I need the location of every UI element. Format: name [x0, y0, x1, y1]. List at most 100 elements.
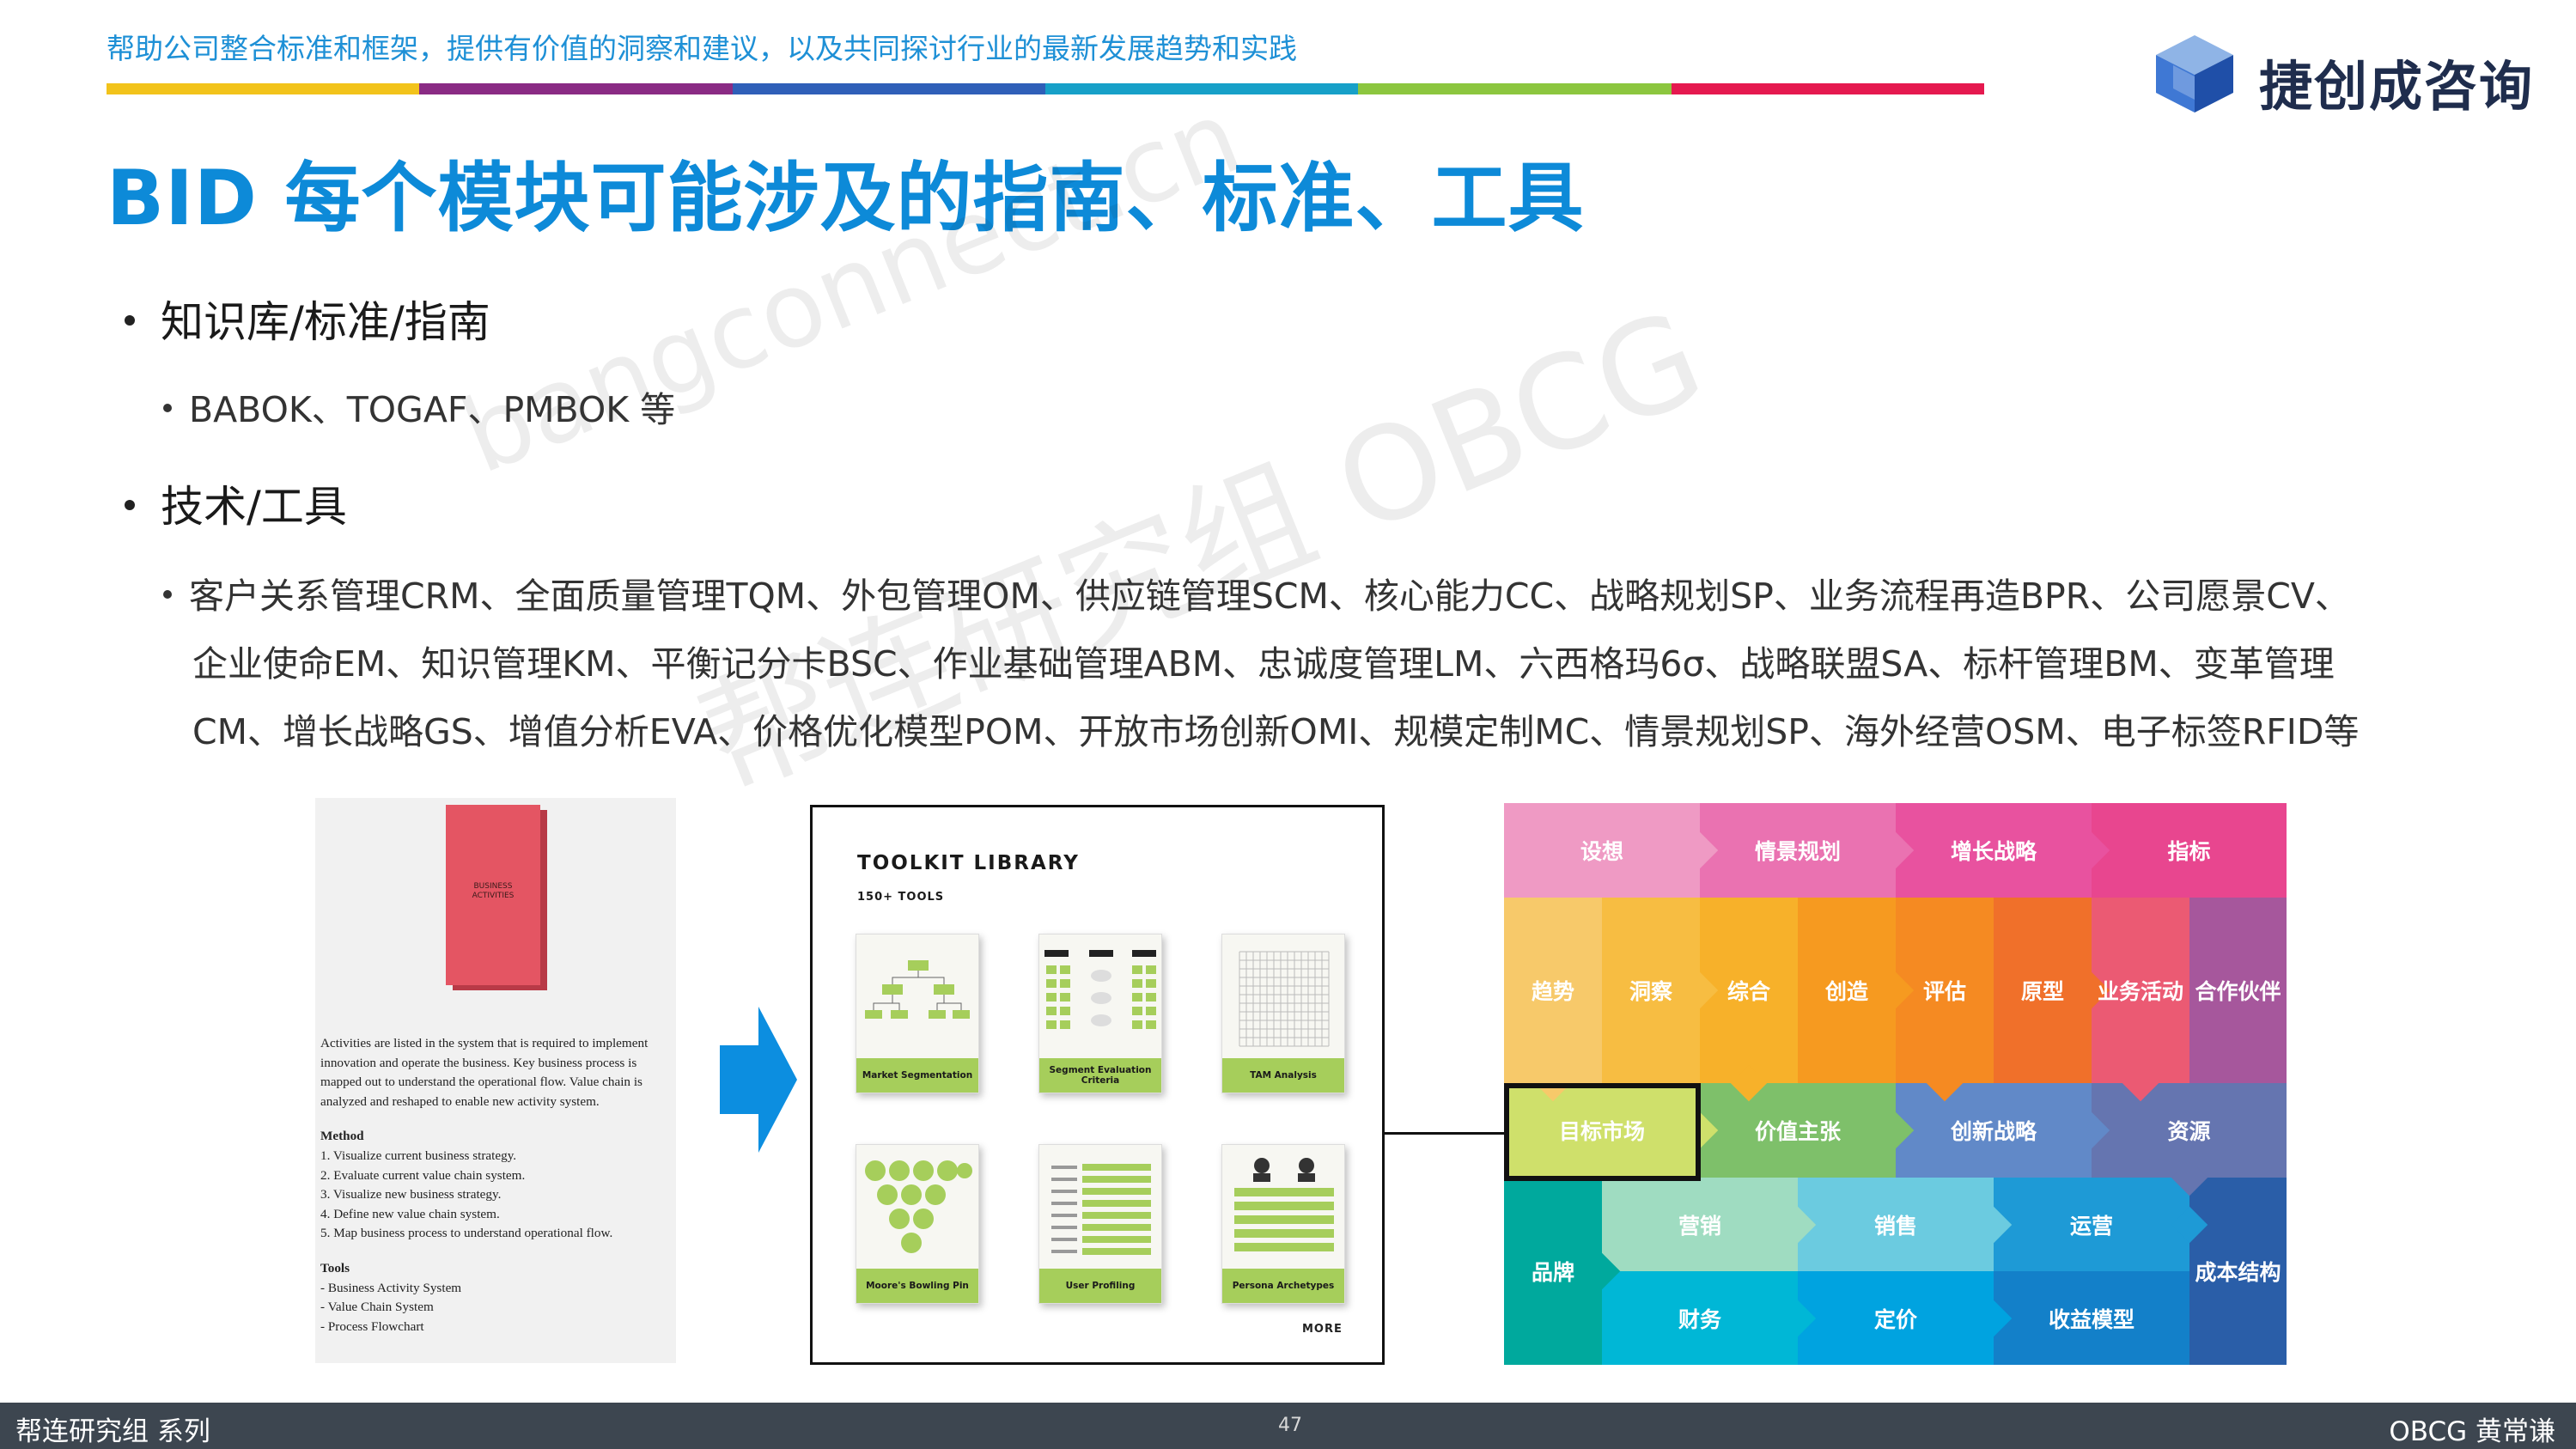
puzzle-label: 品牌 — [1531, 1260, 1574, 1285]
tool-card-caption: User Profiling — [1039, 1269, 1161, 1303]
puzzle-piece-create[interactable]: 创造 — [1798, 898, 1896, 1083]
puzzle-label: 设想 — [1580, 839, 1623, 864]
puzzle-label: 综合 — [1726, 979, 1770, 1004]
connector-line — [1385, 1132, 1505, 1135]
tools-line-text: 客户关系管理CRM、全面质量管理TQM、外包管理OM、供应链管理SCM、核心能力… — [189, 575, 2350, 617]
puzzle-label: 创造 — [1824, 979, 1868, 1004]
puzzle-piece-partners[interactable]: 合作伙伴 — [2189, 898, 2287, 1083]
cube-logo-icon — [2156, 35, 2233, 113]
tool-card-bowling-pin[interactable]: Moore's Bowling Pin — [856, 1144, 979, 1304]
tool-card-tam-analysis[interactable]: TAM Analysis — [1221, 934, 1345, 1093]
puzzle-piece-trends[interactable]: 趋势 — [1504, 898, 1602, 1083]
color-bar-segment — [419, 83, 733, 94]
business-activities-text: Activities are listed in the system that… — [320, 1034, 673, 1336]
tool-card-segment-evaluation[interactable]: Segment Evaluation Criteria — [1038, 934, 1162, 1093]
puzzle-label: 销售 — [1873, 1213, 1917, 1239]
header-tagline: 帮助公司整合标准和框架，提供有价值的洞察和建议，以及共同探讨行业的最新发展趋势和… — [107, 32, 1297, 65]
tool-card-caption: Market Segmentation — [856, 1058, 978, 1093]
color-bar-segment — [1044, 83, 1359, 94]
more-link[interactable]: MORE — [1302, 1323, 1343, 1336]
footer-author: OBCG 黄常谦 — [2389, 1416, 2555, 1447]
method-item: 2. Evaluate current value chain system. — [320, 1167, 526, 1183]
tool-card-caption: Moore's Bowling Pin — [856, 1269, 978, 1303]
puzzle-piece-innovation-strategy[interactable]: 创新战略 — [1896, 1083, 2092, 1178]
puzzle-piece-metrics[interactable]: 指标 — [2092, 803, 2287, 898]
puzzle-label: 创新战略 — [1950, 1119, 2037, 1144]
puzzle-label: 情景规划 — [1754, 839, 1841, 864]
bullet-knowledge-text: 知识库/标准/指南 — [161, 297, 490, 347]
puzzle-label: 运营 — [2069, 1213, 2113, 1239]
method-item: 3. Visualize new business strategy. — [320, 1187, 502, 1202]
puzzle-piece-insight[interactable]: 洞察 — [1602, 898, 1700, 1083]
puzzle-label: 财务 — [1678, 1306, 1721, 1332]
page-title: BID 每个模块可能涉及的指南、标准、工具 — [107, 154, 1585, 242]
matrix-table-icon — [1044, 950, 1156, 1029]
tool-card-caption: Persona Archetypes — [1222, 1269, 1344, 1303]
tools-line-text: 企业使命EM、知识管理KM、平衡记分卡BSC、作业基础管理ABM、忠诚度管理LM… — [192, 643, 2335, 685]
puzzle-label: 评估 — [1922, 979, 1966, 1004]
method-heading: Method — [320, 1129, 364, 1144]
puzzle-piece-operations[interactable]: 运营 — [1994, 1178, 2189, 1271]
puzzle-piece-finance[interactable]: 财务 — [1602, 1271, 1798, 1365]
puzzle-label: 定价 — [1873, 1306, 1917, 1332]
puzzle-piece-brand[interactable]: 品牌 — [1504, 1178, 1602, 1365]
logo-text: 捷创成咨询 — [2259, 55, 2535, 118]
bowling-pin-icon — [865, 1160, 972, 1253]
tools-item: - Process Flowchart — [320, 1318, 424, 1334]
sub-bullet-tools: 客户关系管理CRM、全面质量管理TQM、外包管理OM、供应链管理SCM、核心能力… — [163, 563, 2359, 766]
method-item: 1. Visualize current business strategy. — [320, 1148, 517, 1163]
puzzle-piece-sales[interactable]: 销售 — [1798, 1178, 1994, 1271]
puzzle-piece-vision[interactable]: 设想 — [1504, 803, 1700, 898]
puzzle-piece-value-proposition[interactable]: 价值主张 — [1700, 1083, 1896, 1178]
puzzle-label: 价值主张 — [1754, 1119, 1841, 1144]
puzzle-label: 原型 — [2020, 979, 2064, 1004]
puzzle-label: 指标 — [2167, 839, 2211, 864]
tool-card-user-profiling[interactable]: User Profiling — [1038, 1144, 1162, 1304]
puzzle-piece-revenue-model[interactable]: 收益模型 — [1994, 1271, 2189, 1365]
method-item: 4. Define new value chain system. — [320, 1206, 500, 1221]
header-color-bar — [107, 83, 1984, 94]
puzzle-piece-growth[interactable]: 增长战略 — [1896, 803, 2092, 898]
toolkit-title: TOOLKIT LIBRARY — [857, 852, 1080, 874]
puzzle-piece-scenario[interactable]: 情景规划 — [1700, 803, 1896, 898]
description-text: Activities are listed in the system that… — [320, 1036, 649, 1109]
puzzle-piece-activities[interactable]: 业务活动 — [2092, 898, 2189, 1083]
company-logo: 捷创成咨询 — [2147, 31, 2535, 118]
tools-heading: Tools — [320, 1260, 350, 1275]
puzzle-piece-marketing[interactable]: 营销 — [1602, 1178, 1798, 1271]
puzzle-piece-cost-structure[interactable]: 成本结构 — [2189, 1178, 2287, 1365]
toolkit-library-panel: TOOLKIT LIBRARY 150+ TOOLS Market Segmen… — [810, 805, 1385, 1365]
business-activities-label: BUSINESS ACTIVITIES — [472, 882, 515, 900]
bullet-dot-icon — [125, 314, 135, 326]
puzzle-label: 合作伙伴 — [2195, 979, 2281, 1004]
puzzle-piece-prototype[interactable]: 原型 — [1994, 898, 2092, 1083]
target-market-highlight — [1504, 1083, 1701, 1181]
sub-bullet-knowledge-text: BABOK、TOGAF、PMBOK 等 — [189, 389, 676, 430]
puzzle-label: 业务活动 — [2097, 979, 2183, 1004]
tools-item: - Value Chain System — [320, 1300, 434, 1315]
bullet-knowledge: 知识库/标准/指南 — [125, 288, 490, 350]
tools-line-text: CM、增长战略GS、增值分析EVA、价格优化模型POM、开放市场创新OMI、规模… — [192, 711, 2360, 752]
puzzle-label: 收益模型 — [2048, 1306, 2134, 1332]
bullet-tools: 技术/工具 — [125, 472, 347, 534]
puzzle-label: 趋势 — [1531, 979, 1574, 1004]
toolkit-subtitle: 150+ TOOLS — [857, 891, 945, 904]
tools-item: - Business Activity System — [320, 1280, 462, 1295]
puzzle-piece-resources[interactable]: 资源 — [2092, 1083, 2287, 1178]
puzzle-label: 营销 — [1678, 1213, 1721, 1239]
puzzle-label: 增长战略 — [1950, 839, 2037, 864]
tool-card-caption: TAM Analysis — [1222, 1058, 1344, 1093]
bullet-dot-icon — [163, 404, 172, 412]
puzzle-label: 成本结构 — [2195, 1260, 2281, 1285]
puzzle-piece-pricing[interactable]: 定价 — [1798, 1271, 1994, 1365]
bullet-tools-text: 技术/工具 — [161, 482, 347, 532]
tool-card-market-segmentation[interactable]: Market Segmentation — [856, 934, 979, 1093]
puzzle-label: 资源 — [2167, 1119, 2211, 1144]
tree-diagram-icon — [865, 960, 970, 1019]
bullet-dot-icon — [125, 499, 135, 510]
color-bar-segment — [732, 83, 1045, 94]
tool-card-persona-archetypes[interactable]: Persona Archetypes — [1221, 1144, 1345, 1304]
footer-bar: 帮连研究组 系列 47 OBCG 黄常谦 — [0, 1403, 2576, 1449]
tool-card-caption: Segment Evaluation Criteria — [1039, 1058, 1161, 1093]
color-bar-segment — [1671, 83, 1984, 94]
